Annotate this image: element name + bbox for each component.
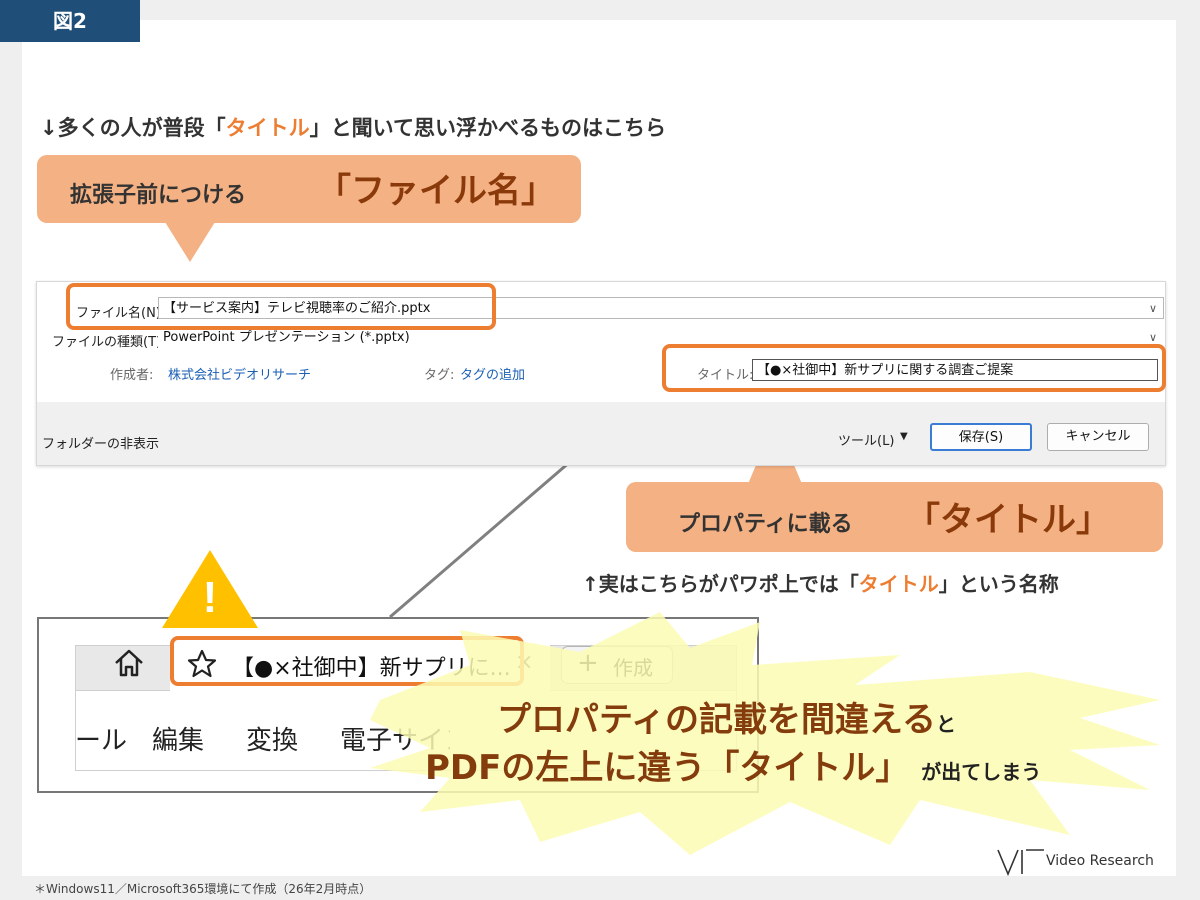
burst-line-2: PDFの左上に違う「タイトル」 が出てしまう — [425, 748, 1042, 788]
svg-text:!: ! — [203, 573, 218, 622]
company-logo: Video Research — [1046, 853, 1154, 869]
warning-icon: ! — [162, 550, 258, 628]
video-research-logo-icon — [997, 849, 1044, 876]
footnote: ＊Windows11／Microsoft365環境にて作成（26年2月時点） — [34, 882, 372, 896]
burst-line-1: プロパティの記載を間違えると — [497, 700, 956, 740]
